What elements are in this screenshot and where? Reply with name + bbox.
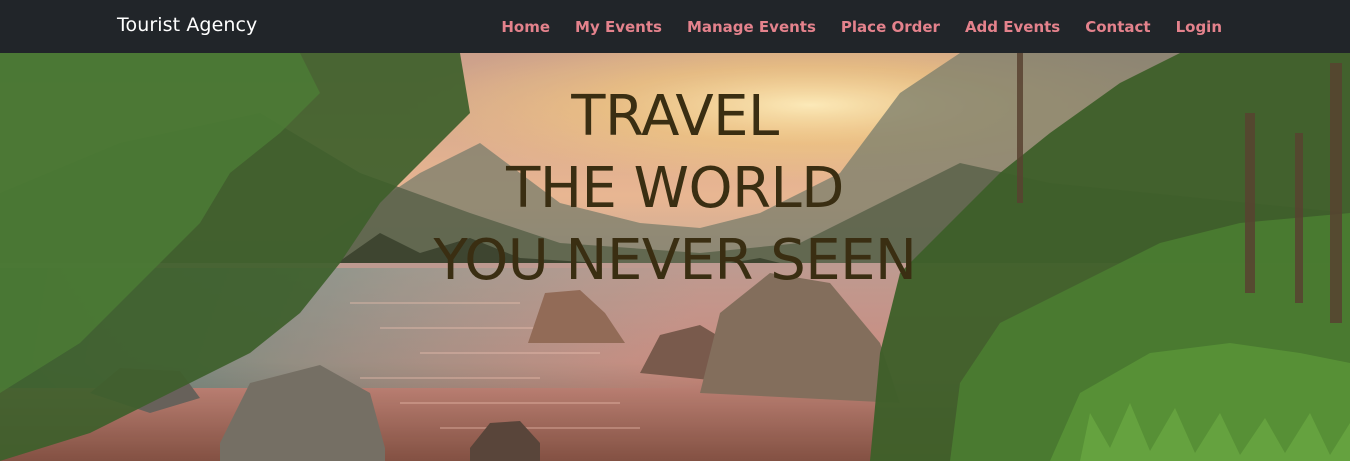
nav-item-my-events: My Events xyxy=(575,17,662,36)
nav-item-home: Home xyxy=(501,17,550,36)
nav-item-login: Login xyxy=(1176,17,1222,36)
brand-logo-link[interactable]: Tourist Agency xyxy=(117,14,257,36)
nav-item-contact: Contact xyxy=(1085,17,1150,36)
nav-link-contact[interactable]: Contact xyxy=(1085,18,1150,36)
hero-headline-line-2: THE WORLD xyxy=(506,156,844,221)
nav-item-place-order: Place Order xyxy=(841,17,940,36)
nav-link-manage-events[interactable]: Manage Events xyxy=(687,18,816,36)
hero-headline-line-3: YOU NEVER SEEN xyxy=(433,228,917,293)
hero-headline-line-1: TRAVEL xyxy=(571,84,779,149)
nav-link-add-events[interactable]: Add Events xyxy=(965,18,1060,36)
hero-section: TRAVEL THE WORLD YOU NEVER SEEN xyxy=(0,53,1350,461)
nav-item-manage-events: Manage Events xyxy=(687,17,816,36)
nav-menu: Home My Events Manage Events Place Order… xyxy=(501,0,1222,53)
nav-link-my-events[interactable]: My Events xyxy=(575,18,662,36)
nav-item-add-events: Add Events xyxy=(965,17,1060,36)
hero-headline: TRAVEL THE WORLD YOU NEVER SEEN xyxy=(0,81,1350,297)
nav-link-login[interactable]: Login xyxy=(1176,18,1222,36)
nav-link-place-order[interactable]: Place Order xyxy=(841,18,940,36)
navbar: Tourist Agency Home My Events Manage Eve… xyxy=(0,0,1350,53)
nav-link-home[interactable]: Home xyxy=(501,18,550,36)
